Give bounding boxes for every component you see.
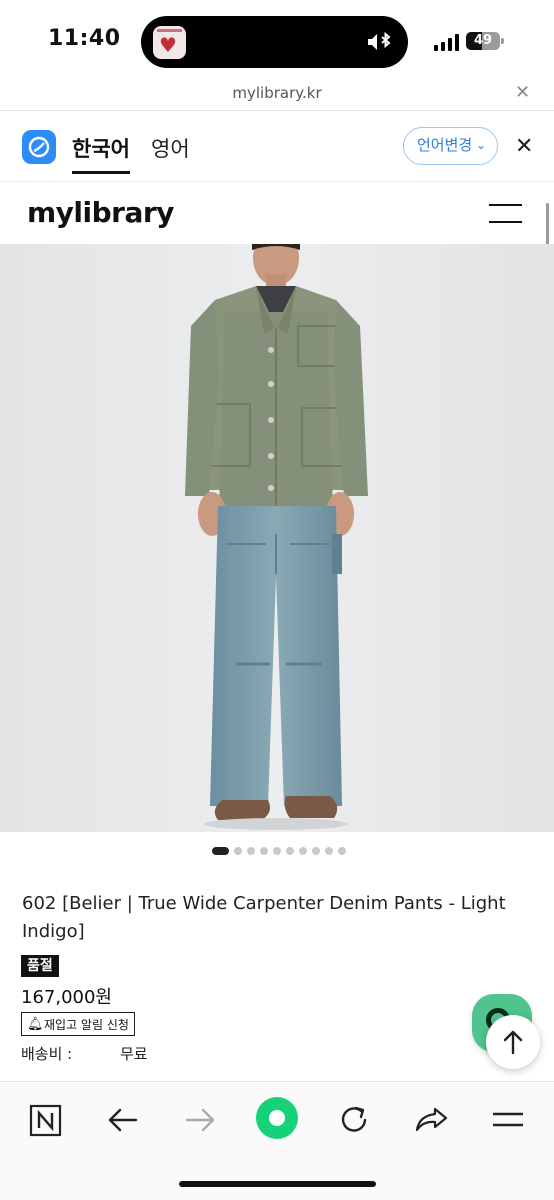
tab-korean[interactable]: 한국어 [72, 133, 130, 174]
chevron-down-icon: ⌄ [475, 138, 486, 152]
carousel-dot[interactable] [260, 847, 268, 855]
browser-toolbar [0, 1081, 554, 1157]
status-bar: 11:40 ♥ 49 [0, 0, 554, 80]
model-photo [0, 244, 554, 832]
site-logo[interactable]: mylibrary [27, 196, 174, 229]
carousel-dot[interactable] [299, 847, 307, 855]
url-text[interactable]: mylibrary.kr [0, 84, 554, 102]
carousel-dot[interactable] [286, 847, 294, 855]
naver-home-icon[interactable] [26, 1100, 66, 1140]
forward-arrow-icon[interactable] [180, 1100, 220, 1140]
dynamic-island[interactable]: ♥ [141, 16, 408, 68]
carousel-dots[interactable] [0, 844, 554, 856]
carousel-dot[interactable] [273, 847, 281, 855]
carousel-dot[interactable] [312, 847, 320, 855]
scroll-to-top-button[interactable] [486, 1015, 540, 1069]
restock-alert-button[interactable]: 🔔︎ 재입고 알림 신청 [21, 1012, 135, 1036]
translate-bar: 한국어 영어 언어변경 ⌄ ✕ [0, 111, 554, 182]
carousel-dot[interactable] [212, 847, 229, 855]
url-bar[interactable]: mylibrary.kr ✕ [0, 80, 554, 111]
close-translate-icon[interactable]: ✕ [515, 134, 533, 159]
share-icon[interactable] [411, 1100, 451, 1140]
bell-icon: 🔔︎ [27, 1017, 44, 1032]
carousel-dot[interactable] [247, 847, 255, 855]
product-price: 167,000원 [21, 987, 112, 1008]
shipping-label: 배송비 : [21, 1045, 73, 1063]
back-arrow-icon[interactable] [103, 1100, 143, 1140]
sold-out-badge: 품절 [21, 955, 59, 977]
site-header: mylibrary [0, 182, 554, 244]
product-image[interactable] [0, 244, 554, 832]
battery-icon: 49 [466, 32, 500, 50]
bottom-safe-area [0, 1157, 554, 1200]
papago-translate-icon[interactable] [22, 130, 56, 164]
product-title: 602 [Belier | True Wide Carpenter Denim … [22, 893, 506, 942]
menu-icon[interactable] [489, 204, 522, 224]
arrow-up-icon [503, 1030, 523, 1055]
signal-icon [434, 33, 460, 51]
now-playing-artwork: ♥ [153, 26, 186, 59]
change-language-button[interactable]: 언어변경 ⌄ [403, 127, 498, 165]
close-icon[interactable]: ✕ [515, 82, 530, 103]
shipping-value: 무료 [120, 1045, 148, 1063]
carousel-dot[interactable] [338, 847, 346, 855]
bluetooth-audio-icon [368, 31, 391, 50]
home-indicator[interactable] [179, 1181, 376, 1187]
change-language-label: 언어변경 [417, 136, 473, 154]
refresh-icon[interactable] [334, 1100, 374, 1140]
restock-alert-label: 재입고 알림 신청 [44, 1018, 129, 1032]
tab-english[interactable]: 영어 [151, 133, 190, 163]
carousel-dot[interactable] [234, 847, 242, 855]
battery-level: 49 [473, 33, 493, 48]
green-dot-icon[interactable] [255, 1096, 299, 1140]
menu-more-icon[interactable] [488, 1100, 528, 1140]
clock: 11:40 [48, 26, 121, 51]
carousel-dot[interactable] [325, 847, 333, 855]
